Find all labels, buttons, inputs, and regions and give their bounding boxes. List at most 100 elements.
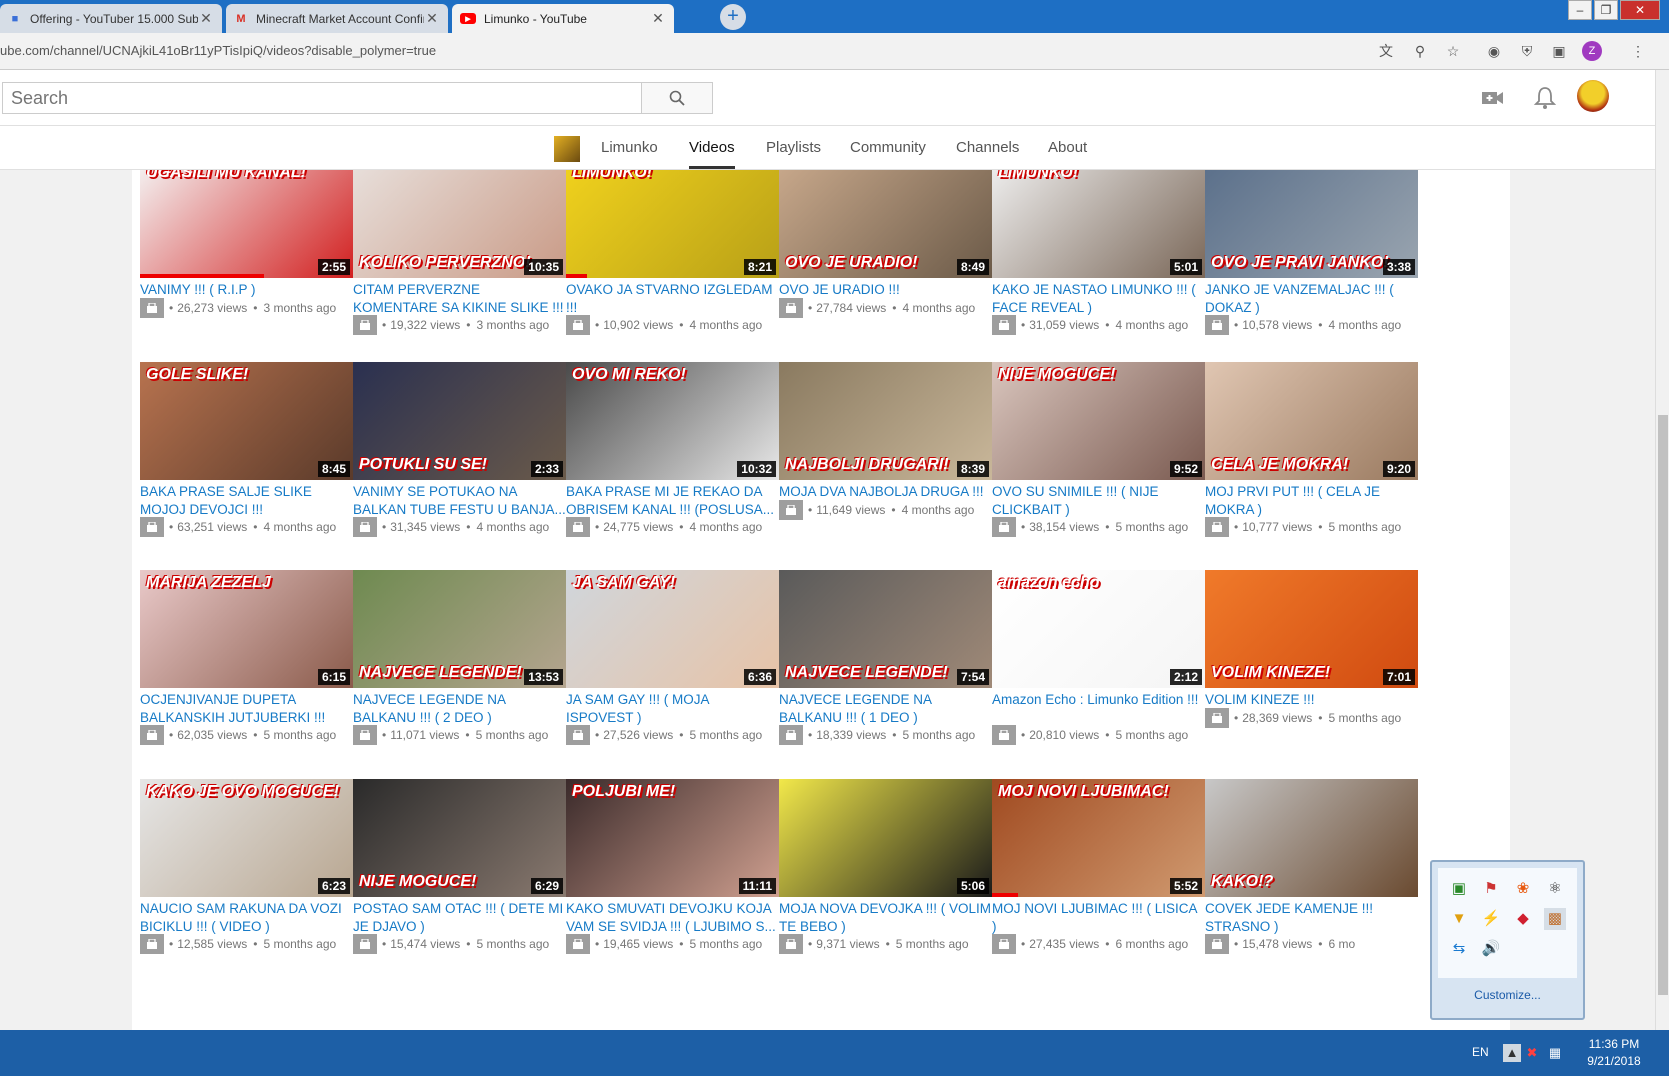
flag-error-icon[interactable]: ⚑ [1480,878,1502,900]
url-field[interactable]: ube.com/channel/UCNAjkiL41oBr11yPTisIpiQ… [0,43,436,58]
video-title[interactable]: MOJA DVA NAJBOLJA DRUGA !!! [779,483,992,501]
video-thumbnail[interactable]: NIJE MOGUCE! 6:29 [353,779,566,897]
video-title[interactable]: CITAM PERVERZNE KOMENTARE SA KIKINE SLIK… [353,281,566,317]
shield-icon[interactable]: ⛨ [1517,41,1537,61]
video-thumbnail[interactable]: LIMUNKO! 8:21 [566,170,779,278]
channel-avatar-icon[interactable] [779,934,803,954]
profile-avatar[interactable]: Z [1582,41,1602,61]
channel-avatar-icon[interactable] [140,517,164,537]
tab-playlists[interactable]: Playlists [766,139,821,156]
channel-avatar-icon[interactable] [140,725,164,745]
extension-icon[interactable]: ◉ [1484,41,1504,61]
zoom-icon[interactable]: ⚲ [1410,41,1430,61]
video-thumbnail[interactable]: 5:06 [779,779,992,897]
video-thumbnail[interactable]: KAKO JE OVO MOGUCE! 6:23 [140,779,353,897]
tab-about[interactable]: About [1048,139,1087,156]
search-button[interactable] [641,82,713,114]
video-thumbnail[interactable]: OVO MI REKO! 10:32 [566,362,779,480]
app-icon[interactable]: ▩ [1544,908,1566,930]
video-title[interactable]: VANIMY !!! ( R.I.P ) [140,281,353,299]
language-indicator[interactable]: EN [1472,1045,1489,1059]
video-title[interactable]: OVO JE URADIO !!! [779,281,992,299]
minimize-button[interactable]: – [1568,0,1592,20]
tab-home[interactable]: Limunko [601,139,658,156]
video-title[interactable]: NAJVECE LEGENDE NA BALKANU !!! ( 2 DEO ) [353,691,566,727]
video-thumbnail[interactable]: OVO JE URADIO! 8:49 [779,170,992,278]
show-hidden-icons-icon[interactable]: ▲ [1503,1044,1521,1062]
channel-avatar-icon[interactable] [992,934,1016,954]
video-thumbnail[interactable]: NIJE MOGUCE! 9:52 [992,362,1205,480]
channel-avatar[interactable] [554,136,580,162]
translate-icon[interactable]: 文 [1376,41,1396,61]
channel-avatar-icon[interactable] [566,517,590,537]
menu-icon[interactable]: ⋮ [1628,41,1648,61]
video-thumbnail[interactable]: VOLIM KINEZE! 7:01 [1205,570,1418,688]
video-thumbnail[interactable]: NAJBOLJI DRUGARI! 8:39 [779,362,992,480]
system-clock[interactable]: 11:36 PM 9/21/2018 [1568,1036,1660,1070]
network-error-icon[interactable]: ✖ [1523,1044,1541,1062]
video-title[interactable]: JANKO JE VANZEMALJAC !!! ( DOKAZ ) [1205,281,1418,317]
video-title[interactable]: JA SAM GAY !!! ( MOJA ISPOVEST ) [566,691,779,727]
channel-avatar-icon[interactable] [779,725,803,745]
video-title[interactable]: OVAKO JA STVARNO IZGLEDAM !!! [566,281,779,317]
video-title[interactable]: MOJ NOVI LJUBIMAC !!! ( LISICA ) [992,900,1205,936]
customize-link[interactable]: Customize... [1432,988,1583,1002]
channel-avatar-icon[interactable] [992,517,1016,537]
channel-avatar-icon[interactable] [1205,934,1229,954]
video-thumbnail[interactable]: GOLE SLIKE! 8:45 [140,362,353,480]
video-thumbnail[interactable]: KAKO!? [1205,779,1418,897]
video-title[interactable]: BAKA PRASE SALJE SLIKE MOJOJ DEVOJCI !!! [140,483,353,519]
channel-avatar-icon[interactable] [566,315,590,335]
account-avatar[interactable] [1577,80,1609,112]
diamond-icon[interactable]: ◆ [1512,908,1534,930]
browser-tab-offering[interactable]: ■ Offering - YouTuber 15.000 Subs ✕ [0,4,222,33]
close-icon[interactable]: ✕ [198,10,214,27]
star-icon[interactable]: ☆ [1443,41,1463,61]
channel-avatar-icon[interactable] [566,934,590,954]
channel-avatar-icon[interactable] [779,500,803,520]
video-title[interactable]: Amazon Echo : Limunko Edition !!! [992,691,1205,709]
page-scrollbar[interactable] [1655,70,1669,1030]
video-thumbnail[interactable]: POTUKLI SU SE! 2:33 [353,362,566,480]
tab-community[interactable]: Community [850,139,926,156]
channel-avatar-icon[interactable] [779,298,803,318]
channel-avatar-icon[interactable] [1205,708,1229,728]
video-thumbnail[interactable]: NAJVECE LEGENDE! 7:54 [779,570,992,688]
video-thumbnail[interactable]: JA SAM GAY! 6:36 [566,570,779,688]
channel-avatar-icon[interactable] [140,934,164,954]
channel-avatar-icon[interactable] [566,725,590,745]
channel-avatar-icon[interactable] [353,315,377,335]
channel-avatar-icon[interactable] [353,517,377,537]
video-thumbnail[interactable]: NAJVECE LEGENDE! 13:53 [353,570,566,688]
video-title[interactable]: COVEK JEDE KAMENJE !!! STRASNO ) [1205,900,1418,936]
restore-button[interactable]: ❐ [1594,0,1618,20]
video-title[interactable]: OVO SU SNIMILE !!! ( NIJE CLICKBAIT ) [992,483,1205,519]
nvidia-icon[interactable]: ▣ [1448,878,1470,900]
video-title[interactable]: NAJVECE LEGENDE NA BALKANU !!! ( 1 DEO ) [779,691,992,727]
video-title[interactable]: MOJ PRVI PUT !!! ( CELA JE MOKRA ) [1205,483,1418,519]
gear-orange-icon[interactable]: ❀ [1512,878,1534,900]
new-tab-button[interactable]: + [720,4,746,30]
browser-tab-limunko[interactable]: ▶ Limunko - YouTube ✕ [452,4,674,33]
steam-icon[interactable]: ⚛ [1544,878,1566,900]
notifications-bell-icon[interactable] [1532,86,1558,110]
video-title[interactable]: VANIMY SE POTUKAO NA BALKAN TUBE FESTU U… [353,483,566,519]
channel-avatar-icon[interactable] [992,725,1016,745]
video-thumbnail[interactable]: KOLIKO PERVERZNO! 10:35 [353,170,566,278]
browser-tab-minecraft[interactable]: M Minecraft Market Account Confir ✕ [226,4,448,33]
video-title[interactable]: KAKO SMUVATI DEVOJKU KOJA VAM SE SVIDJA … [566,900,779,936]
video-thumbnail[interactable]: CELA JE MOKRA! 9:20 [1205,362,1418,480]
channel-avatar-icon[interactable] [1205,315,1229,335]
scrollbar-thumb[interactable] [1658,415,1668,995]
tab-channels[interactable]: Channels [956,139,1019,156]
close-window-button[interactable]: ✕ [1620,0,1660,20]
tab-videos[interactable]: Videos [689,139,735,169]
video-title[interactable]: BAKA PRASE MI JE REKAO DA OBRISEM KANAL … [566,483,779,519]
search-input[interactable] [2,82,642,114]
video-title[interactable]: OCJENJIVANJE DUPETA BALKANSKIH JUTJUBERK… [140,691,353,727]
channel-avatar-icon[interactable] [992,315,1016,335]
action-center-icon[interactable]: ▦ [1546,1044,1564,1062]
channel-avatar-icon[interactable] [140,298,164,318]
teamviewer-icon[interactable]: ⇆ [1448,938,1470,960]
video-thumbnail[interactable]: MARIJA ZEZELJ 6:15 [140,570,353,688]
